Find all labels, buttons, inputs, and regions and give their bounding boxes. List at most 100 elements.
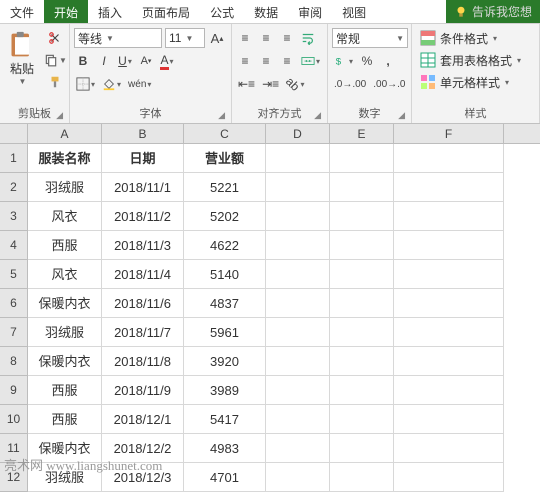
cell[interactable] (266, 231, 330, 260)
conditional-formatting-button[interactable]: 条件格式▾ (416, 28, 501, 48)
row-header[interactable]: 9 (0, 376, 28, 405)
cell[interactable]: 2018/12/3 (102, 463, 184, 492)
cell[interactable]: 2018/11/6 (102, 289, 184, 318)
row-header[interactable]: 10 (0, 405, 28, 434)
cell[interactable] (394, 144, 504, 173)
cell[interactable] (330, 347, 394, 376)
font-size-combo[interactable]: 11▼ (165, 28, 205, 48)
cell[interactable]: 3989 (184, 376, 266, 405)
currency-button[interactable]: $▾ (332, 51, 355, 71)
row-header[interactable]: 12 (0, 463, 28, 492)
col-header-D[interactable]: D (266, 124, 330, 143)
cell[interactable] (330, 405, 394, 434)
tab-home[interactable]: 开始 (44, 0, 88, 23)
row-header[interactable]: 6 (0, 289, 28, 318)
cell[interactable] (330, 231, 394, 260)
cell[interactable]: 2018/11/2 (102, 202, 184, 231)
cell[interactable] (266, 434, 330, 463)
merge-button[interactable]: ▾ (299, 51, 322, 71)
copy-button[interactable]: ▼ (42, 50, 69, 70)
orientation-button[interactable]: ab▾ (284, 74, 306, 94)
bold-button[interactable]: B (74, 51, 92, 71)
cell[interactable] (394, 434, 504, 463)
cell[interactable] (330, 260, 394, 289)
row-header[interactable]: 3 (0, 202, 28, 231)
worksheet[interactable]: A B C D E F 1服装名称日期营业额2羽绒服2018/11/152213… (0, 124, 540, 492)
cell[interactable] (330, 202, 394, 231)
cell[interactable]: 5417 (184, 405, 266, 434)
cell[interactable]: 风衣 (28, 202, 102, 231)
align-top-button[interactable]: ≡ (236, 28, 254, 48)
cell[interactable]: 4983 (184, 434, 266, 463)
comma-button[interactable]: , (379, 51, 397, 71)
cell[interactable]: 西服 (28, 376, 102, 405)
cell[interactable] (330, 376, 394, 405)
cell[interactable]: 3920 (184, 347, 266, 376)
row-header[interactable]: 4 (0, 231, 28, 260)
wrap-text-button[interactable] (299, 28, 317, 48)
cell[interactable]: 日期 (102, 144, 184, 173)
tab-page-layout[interactable]: 页面布局 (132, 0, 200, 23)
number-format-combo[interactable]: 常规▼ (332, 28, 408, 48)
align-right-button[interactable]: ≡ (278, 51, 296, 71)
col-header-B[interactable]: B (102, 124, 184, 143)
increase-font-button[interactable]: A▴ (208, 28, 226, 48)
align-bottom-button[interactable]: ≡ (278, 28, 296, 48)
cell[interactable] (394, 376, 504, 405)
cell[interactable]: 5961 (184, 318, 266, 347)
cell[interactable] (266, 405, 330, 434)
decrease-font-button[interactable]: A▾ (137, 51, 155, 71)
cell[interactable] (330, 173, 394, 202)
phonetic-button[interactable]: wén▾ (126, 74, 153, 94)
cell[interactable]: 羽绒服 (28, 173, 102, 202)
font-name-combo[interactable]: 等线▼ (74, 28, 162, 48)
border-button[interactable]: ▾ (74, 74, 97, 94)
cell[interactable]: 风衣 (28, 260, 102, 289)
cell[interactable] (394, 289, 504, 318)
underline-button[interactable]: U▾ (116, 51, 134, 71)
cell[interactable]: 羽绒服 (28, 463, 102, 492)
cell[interactable] (394, 202, 504, 231)
cell[interactable] (394, 318, 504, 347)
cell[interactable]: 2018/11/3 (102, 231, 184, 260)
tab-formulas[interactable]: 公式 (200, 0, 244, 23)
cut-button[interactable] (42, 28, 69, 48)
cell[interactable] (394, 173, 504, 202)
cell[interactable]: 保暖内衣 (28, 434, 102, 463)
cell[interactable]: 2018/11/1 (102, 173, 184, 202)
cell[interactable]: 保暖内衣 (28, 347, 102, 376)
row-header[interactable]: 2 (0, 173, 28, 202)
cell[interactable] (266, 318, 330, 347)
tab-review[interactable]: 审阅 (288, 0, 332, 23)
cell[interactable]: 营业额 (184, 144, 266, 173)
tab-data[interactable]: 数据 (244, 0, 288, 23)
decrease-decimal-button[interactable]: .00→.0 (371, 74, 407, 94)
col-header-A[interactable]: A (28, 124, 102, 143)
cell[interactable] (266, 347, 330, 376)
cell[interactable] (266, 376, 330, 405)
row-header[interactable]: 8 (0, 347, 28, 376)
tab-file[interactable]: 文件 (0, 0, 44, 23)
tab-view[interactable]: 视图 (332, 0, 376, 23)
cell[interactable]: 5202 (184, 202, 266, 231)
cell[interactable] (330, 434, 394, 463)
cell[interactable]: 2018/11/8 (102, 347, 184, 376)
cell[interactable] (394, 231, 504, 260)
increase-decimal-button[interactable]: .0→.00 (332, 74, 368, 94)
fill-color-button[interactable]: ▾ (100, 74, 123, 94)
format-painter-button[interactable] (42, 72, 69, 92)
select-all-corner[interactable] (0, 124, 28, 143)
cell[interactable] (266, 144, 330, 173)
cell[interactable] (330, 318, 394, 347)
italic-button[interactable]: I (95, 51, 113, 71)
row-header[interactable]: 1 (0, 144, 28, 173)
col-header-E[interactable]: E (330, 124, 394, 143)
dialog-launcher-icon[interactable]: ◢ (218, 110, 225, 121)
cell-styles-button[interactable]: 单元格样式▾ (416, 72, 513, 92)
cell[interactable] (266, 173, 330, 202)
row-header[interactable]: 11 (0, 434, 28, 463)
cell[interactable] (266, 260, 330, 289)
cell[interactable] (394, 463, 504, 492)
cell[interactable]: 4701 (184, 463, 266, 492)
cell[interactable] (394, 405, 504, 434)
